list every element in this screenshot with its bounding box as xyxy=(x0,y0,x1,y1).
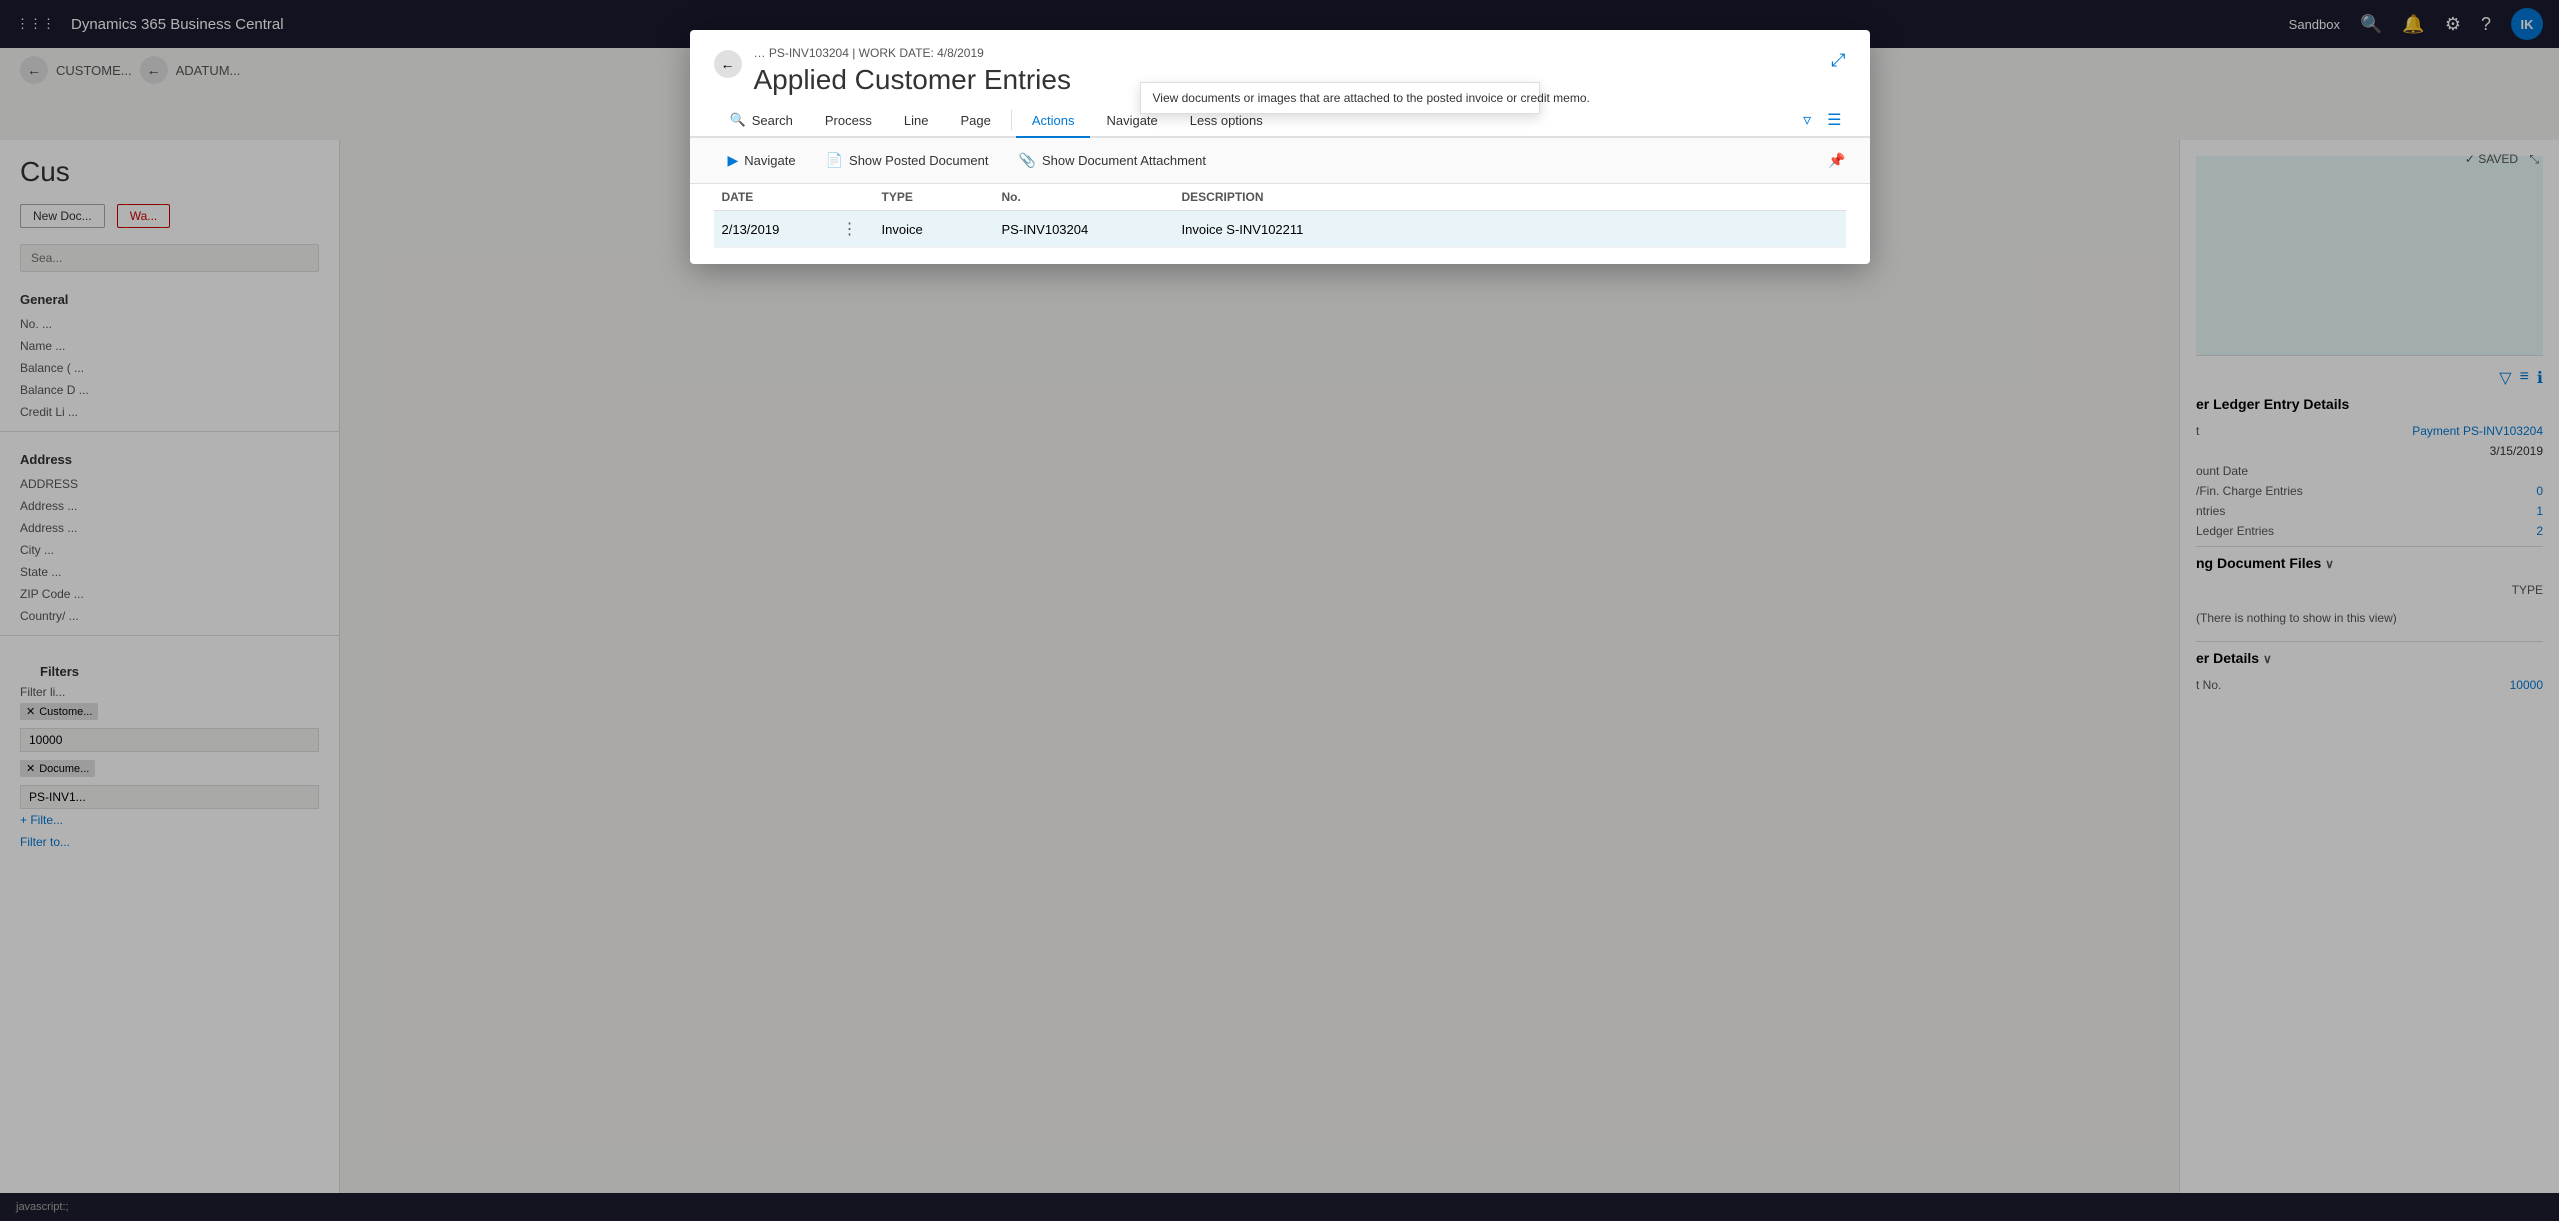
modal-table-area: DATE TYPE No. DESCRIPTION 2/13/2019 ⋮ In… xyxy=(690,184,1870,264)
menu-right-icons: ▿ ☰ xyxy=(1799,106,1845,134)
menu-separator-1 xyxy=(1011,110,1012,130)
menu-actions[interactable]: Actions xyxy=(1016,105,1091,138)
attachment-icon: 📎 xyxy=(1019,152,1036,169)
filter-menu-icon[interactable]: ▿ xyxy=(1799,106,1815,134)
cell-type: Invoice xyxy=(874,222,994,237)
col-menu xyxy=(834,190,874,204)
col-no: No. xyxy=(994,190,1174,204)
applied-customer-entries-modal: ← … PS-INV103204 | WORK DATE: 4/8/2019 A… xyxy=(690,30,1870,264)
search-menu-icon: 🔍 xyxy=(730,112,746,128)
actions-toolbar: ▶ Navigate 📄 Show Posted Document 📎 Show… xyxy=(690,138,1870,184)
col-type: TYPE xyxy=(874,190,994,204)
modal-breadcrumb: … PS-INV103204 | WORK DATE: 4/8/2019 xyxy=(754,46,1071,60)
table-row[interactable]: 2/13/2019 ⋮ Invoice PS-INV103204 Invoice… xyxy=(714,211,1846,248)
pin-button[interactable]: 📌 xyxy=(1828,146,1845,175)
menu-page[interactable]: Page xyxy=(944,105,1006,136)
menu-line[interactable]: Line xyxy=(888,105,945,136)
modal-title-area: … PS-INV103204 | WORK DATE: 4/8/2019 App… xyxy=(754,46,1071,96)
table-header: DATE TYPE No. DESCRIPTION xyxy=(714,184,1846,211)
col-description: DESCRIPTION xyxy=(1174,190,1846,204)
menu-process[interactable]: Process xyxy=(809,105,888,136)
cell-row-menu[interactable]: ⋮ xyxy=(834,219,874,239)
cell-description: Invoice S-INV102211 xyxy=(1174,222,1846,237)
row-context-menu-button[interactable]: ⋮ xyxy=(842,219,858,239)
posted-doc-icon: 📄 xyxy=(826,152,843,169)
cell-no: PS-INV103204 xyxy=(994,222,1174,237)
modal-title: Applied Customer Entries xyxy=(754,64,1071,96)
columns-menu-icon[interactable]: ☰ xyxy=(1823,106,1845,134)
expand-button[interactable]: ⤢ xyxy=(1831,50,1845,71)
show-document-attachment-action[interactable]: 📎 Show Document Attachment xyxy=(1005,146,1220,175)
modal-back-button[interactable]: ← xyxy=(714,50,742,78)
navigate-action[interactable]: ▶ Navigate xyxy=(714,146,810,175)
tooltip-box: View documents or images that are attach… xyxy=(1140,82,1540,114)
col-date: DATE xyxy=(714,190,834,204)
menu-search[interactable]: 🔍 Search xyxy=(714,104,809,136)
cell-date: 2/13/2019 xyxy=(714,222,834,237)
show-posted-document-action[interactable]: 📄 Show Posted Document xyxy=(812,146,1003,175)
navigate-icon: ▶ xyxy=(728,152,739,169)
